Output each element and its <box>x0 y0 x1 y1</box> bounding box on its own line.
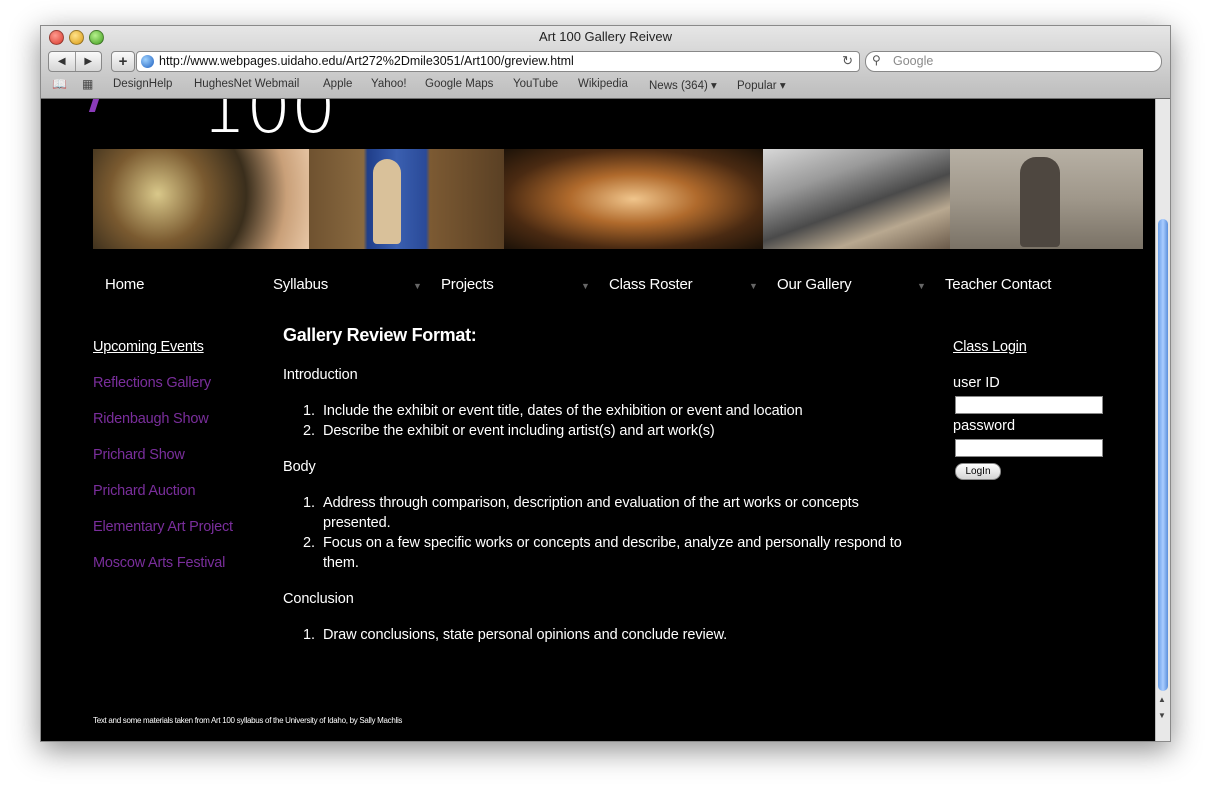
our-gallery-dropdown-icon[interactable]: ▼ <box>917 281 926 291</box>
bookmark-yahoo[interactable]: Yahoo! <box>371 78 407 90</box>
globe-icon <box>141 55 154 68</box>
bookmark-hughesnet-webmail[interactable]: HughesNet Webmail <box>194 78 299 90</box>
section-introduction: Introduction <box>283 367 358 383</box>
scrollbar-thumb[interactable] <box>1158 219 1168 691</box>
bookmark-google-maps[interactable]: Google Maps <box>425 78 493 90</box>
scroll-down-icon[interactable]: ▼ <box>1158 711 1166 720</box>
list-item: 1. Address through comparison, descriptio… <box>303 495 859 531</box>
grid-icon[interactable]: ▦ <box>82 77 93 91</box>
photo-banner <box>93 149 1143 249</box>
search-field[interactable]: ⚲ Google <box>865 51 1162 72</box>
logo-mark <box>88 99 100 112</box>
event-link[interactable]: Reflections Gallery <box>93 375 211 391</box>
list-item: 2. Describe the exhibit or event includin… <box>303 423 715 439</box>
scroll-up-icon[interactable]: ▲ <box>1158 695 1166 704</box>
login-button[interactable]: LogIn <box>955 463 1001 480</box>
banner-photo-glass-sphere <box>93 149 309 249</box>
reload-icon[interactable]: ↻ <box>842 53 853 69</box>
bookmark-designhelp[interactable]: DesignHelp <box>113 78 172 90</box>
statue-figure <box>373 159 401 244</box>
password-input[interactable] <box>955 439 1103 457</box>
search-placeholder: Google <box>893 54 934 68</box>
bookmark-youtube[interactable]: YouTube <box>513 78 558 90</box>
bookmark-popular-label: Popular <box>737 80 777 92</box>
main-nav: Home Syllabus ▼ Projects ▼ Class Roster … <box>93 276 1143 300</box>
section-body: Body <box>283 459 316 475</box>
list-item: 1. Draw conclusions, state personal opini… <box>303 627 728 643</box>
event-link[interactable]: Moscow Arts Festival <box>93 555 225 571</box>
section-conclusion: Conclusion <box>283 591 354 607</box>
bookmark-wikipedia[interactable]: Wikipedia <box>578 78 628 90</box>
vertical-scrollbar[interactable]: ▲ ▼ <box>1155 99 1170 741</box>
event-link[interactable]: Prichard Show <box>93 447 185 463</box>
upcoming-events-link[interactable]: Upcoming Events <box>93 339 204 355</box>
user-id-input[interactable] <box>955 396 1103 414</box>
bookmarks-bar: 📖 ▦ DesignHelp HughesNet Webmail Apple Y… <box>41 75 1170 95</box>
banner-photo-winged-victory <box>950 149 1143 249</box>
event-link[interactable]: Prichard Auction <box>93 483 196 499</box>
nav-class-roster[interactable]: Class Roster <box>609 276 693 293</box>
nav-home[interactable]: Home <box>105 276 144 293</box>
banner-photo-statue <box>309 149 504 249</box>
bookmark-news-label: News (364) <box>649 80 708 92</box>
event-link[interactable]: Ridenbaugh Show <box>93 411 209 427</box>
window-title: Art 100 Gallery Reivew <box>539 29 672 44</box>
user-id-label: user ID <box>953 375 1000 391</box>
class-login-link[interactable]: Class Login <box>953 339 1027 355</box>
page-heading: Gallery Review Format: <box>283 325 477 345</box>
site-logo: 100 <box>201 99 336 149</box>
forward-button[interactable]: ▶ <box>76 52 102 71</box>
class-roster-dropdown-icon[interactable]: ▼ <box>749 281 758 291</box>
nav-projects[interactable]: Projects <box>441 276 494 293</box>
add-bookmark-button[interactable]: + <box>111 51 135 72</box>
back-button[interactable]: ◀ <box>49 52 76 71</box>
search-icon: ⚲ <box>872 53 881 67</box>
open-book-icon[interactable]: 📖 <box>52 77 67 91</box>
winged-victory-figure <box>1020 157 1060 247</box>
url-text[interactable]: http://www.webpages.uidaho.edu/Art272%2D… <box>159 54 574 68</box>
banner-photo-thistle <box>504 149 763 249</box>
nav-our-gallery[interactable]: Our Gallery <box>777 276 852 293</box>
browser-chrome: Art 100 Gallery Reivew ◀ ▶ + http://www.… <box>41 26 1170 99</box>
bookmark-popular[interactable]: Popular ▾ <box>737 78 786 92</box>
browser-window: Art 100 Gallery Reivew ◀ ▶ + http://www.… <box>40 25 1171 742</box>
bookmark-apple[interactable]: Apple <box>323 78 352 90</box>
history-buttons: ◀ ▶ <box>48 51 102 72</box>
footer-credit: Text and some materials taken from Art 1… <box>93 716 403 725</box>
projects-dropdown-icon[interactable]: ▼ <box>581 281 590 291</box>
syllabus-dropdown-icon[interactable]: ▼ <box>413 281 422 291</box>
nav-teacher-contact[interactable]: Teacher Contact <box>945 276 1051 293</box>
banner-photo-louvre <box>763 149 950 249</box>
nav-syllabus[interactable]: Syllabus <box>273 276 328 293</box>
event-link[interactable]: Elementary Art Project <box>93 519 233 535</box>
address-bar[interactable]: http://www.webpages.uidaho.edu/Art272%2D… <box>136 51 860 72</box>
password-label: password <box>953 418 1016 434</box>
bookmark-news[interactable]: News (364) ▾ <box>649 78 717 92</box>
web-page: 100 Home Syllabus ▼ Projects ▼ Class Ros… <box>41 99 1155 741</box>
list-item: 2. Focus on a few specific works or conce… <box>303 535 902 571</box>
list-item: 1. Include the exhibit or event title, da… <box>303 403 803 419</box>
